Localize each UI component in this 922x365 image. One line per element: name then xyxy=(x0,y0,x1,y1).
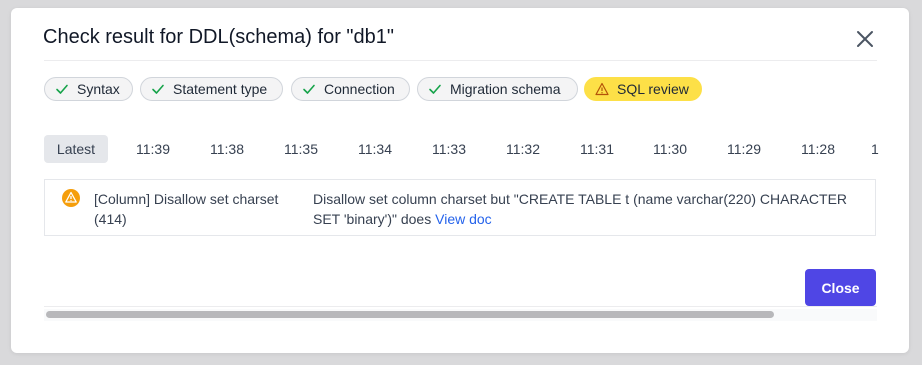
chip-label: Migration schema xyxy=(450,81,561,97)
chip-label: Syntax xyxy=(77,81,120,97)
footer-divider xyxy=(44,306,877,307)
check-history-timeline: Latest 11:39 11:38 11:35 11:34 11:33 11:… xyxy=(44,135,882,163)
horizontal-scrollbar[interactable] xyxy=(44,309,877,321)
timeline-item-latest[interactable]: Latest xyxy=(44,135,108,163)
chip-label: Statement type xyxy=(173,81,268,97)
close-icon[interactable] xyxy=(854,28,876,50)
check-icon xyxy=(302,82,316,96)
timeline-item[interactable]: 11:34 xyxy=(352,135,398,163)
timeline-item[interactable]: 11:30 xyxy=(647,135,693,163)
chip-sql-review[interactable]: SQL review xyxy=(584,77,702,101)
check-icon xyxy=(55,82,69,96)
timeline-item[interactable]: 11:32 xyxy=(500,135,546,163)
rule-message: Disallow set column charset but "CREATE … xyxy=(313,189,868,229)
view-doc-link[interactable]: View doc xyxy=(435,211,492,227)
timeline-item[interactable]: 11:28 xyxy=(795,135,841,163)
timeline-item[interactable]: 11:33 xyxy=(426,135,472,163)
warning-icon xyxy=(595,82,609,96)
check-result-row: [Column] Disallow set charset (414) Disa… xyxy=(44,179,876,236)
check-icon xyxy=(151,82,165,96)
scrollbar-thumb[interactable] xyxy=(46,311,774,318)
chip-connection[interactable]: Connection xyxy=(291,77,410,101)
timeline-item[interactable]: 11:35 xyxy=(278,135,324,163)
chip-statement-type[interactable]: Statement type xyxy=(140,77,283,101)
chip-migration-schema[interactable]: Migration schema xyxy=(417,77,578,101)
rule-title: [Column] Disallow set charset (414) xyxy=(94,191,279,227)
timeline-item[interactable]: 11:29 xyxy=(721,135,767,163)
rule-message-text: Disallow set column charset but "CREATE … xyxy=(313,191,848,227)
chip-syntax[interactable]: Syntax xyxy=(44,77,133,101)
header-divider xyxy=(44,60,877,61)
dialog-title: Check result for DDL(schema) for "db1" xyxy=(43,26,394,48)
warning-circle-icon xyxy=(61,188,81,208)
check-icon xyxy=(428,82,442,96)
timeline-item[interactable]: 11:31 xyxy=(574,135,620,163)
timeline-item[interactable]: 1 xyxy=(871,135,882,163)
chip-label: SQL review xyxy=(617,81,689,97)
timeline-item[interactable]: 11:39 xyxy=(130,135,176,163)
close-button[interactable]: Close xyxy=(805,269,876,306)
check-result-dialog: Check result for DDL(schema) for "db1" S… xyxy=(11,8,909,353)
chip-label: Connection xyxy=(324,81,395,97)
timeline-item[interactable]: 11:38 xyxy=(204,135,250,163)
